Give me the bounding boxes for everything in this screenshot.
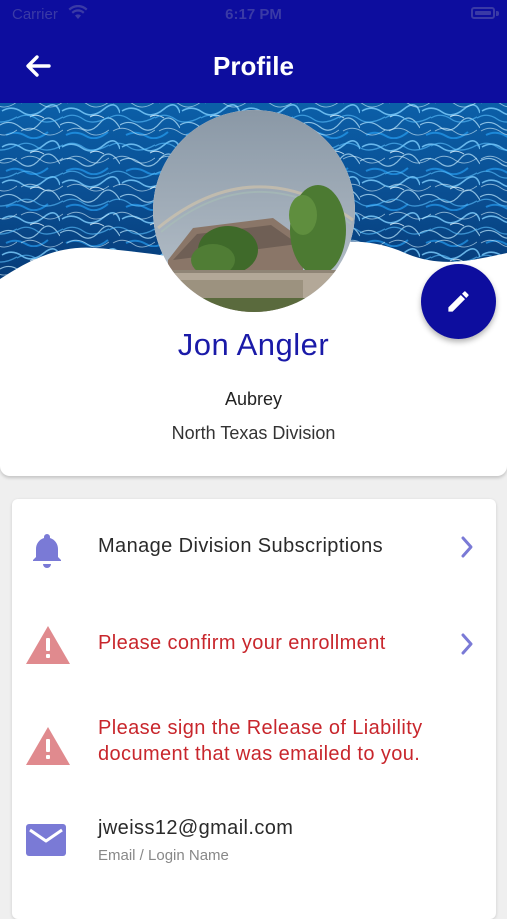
app-bar: Carrier 6:17 PM Profile	[0, 0, 507, 103]
battery-icon	[471, 7, 495, 19]
manage-subscriptions-label: Manage Division Subscriptions	[98, 535, 384, 557]
arrow-left-icon	[26, 55, 51, 77]
bell-icon	[25, 527, 69, 576]
status-time: 6:17 PM	[225, 6, 282, 23]
page-title: Profile	[213, 51, 294, 81]
release-of-liability-item[interactable]: Please sign the Release of Liability doc…	[12, 713, 496, 777]
pencil-icon	[448, 291, 469, 312]
status-bar: Carrier 6:17 PM	[0, 0, 507, 30]
chevron-right-icon	[460, 535, 474, 564]
profile-card: Jon Angler Aubrey North Texas Division	[0, 103, 507, 476]
chevron-right-icon	[460, 632, 474, 661]
warning-triangle-icon	[25, 624, 71, 671]
release-of-liability-line1: Please sign the Release of Liability	[98, 717, 423, 739]
profile-name: Jon Angler	[177, 327, 330, 362]
battery-tip	[496, 11, 499, 16]
back-button[interactable]	[22, 50, 54, 82]
confirm-enrollment-item[interactable]: Please confirm your enrollment	[12, 617, 496, 673]
profile-menu-card: Manage Division Subscriptions Please con…	[12, 499, 496, 919]
email-item: jweiss12@gmail.com Email / Login Name	[12, 813, 496, 873]
confirm-enrollment-label: Please confirm your enrollment	[98, 632, 386, 654]
profile-division: North Texas Division	[171, 423, 336, 443]
envelope-icon	[25, 823, 67, 862]
manage-subscriptions-item[interactable]: Manage Division Subscriptions	[12, 519, 496, 575]
profile-city: Aubrey	[224, 389, 283, 409]
email-caption: Email / Login Name	[98, 847, 229, 864]
profile-avatar[interactable]	[153, 110, 355, 312]
avatar-photo	[153, 110, 355, 312]
release-of-liability-line2: document that was emailed to you.	[98, 743, 421, 765]
email-value: jweiss12@gmail.com	[98, 817, 294, 839]
warning-triangle-icon	[25, 725, 71, 772]
